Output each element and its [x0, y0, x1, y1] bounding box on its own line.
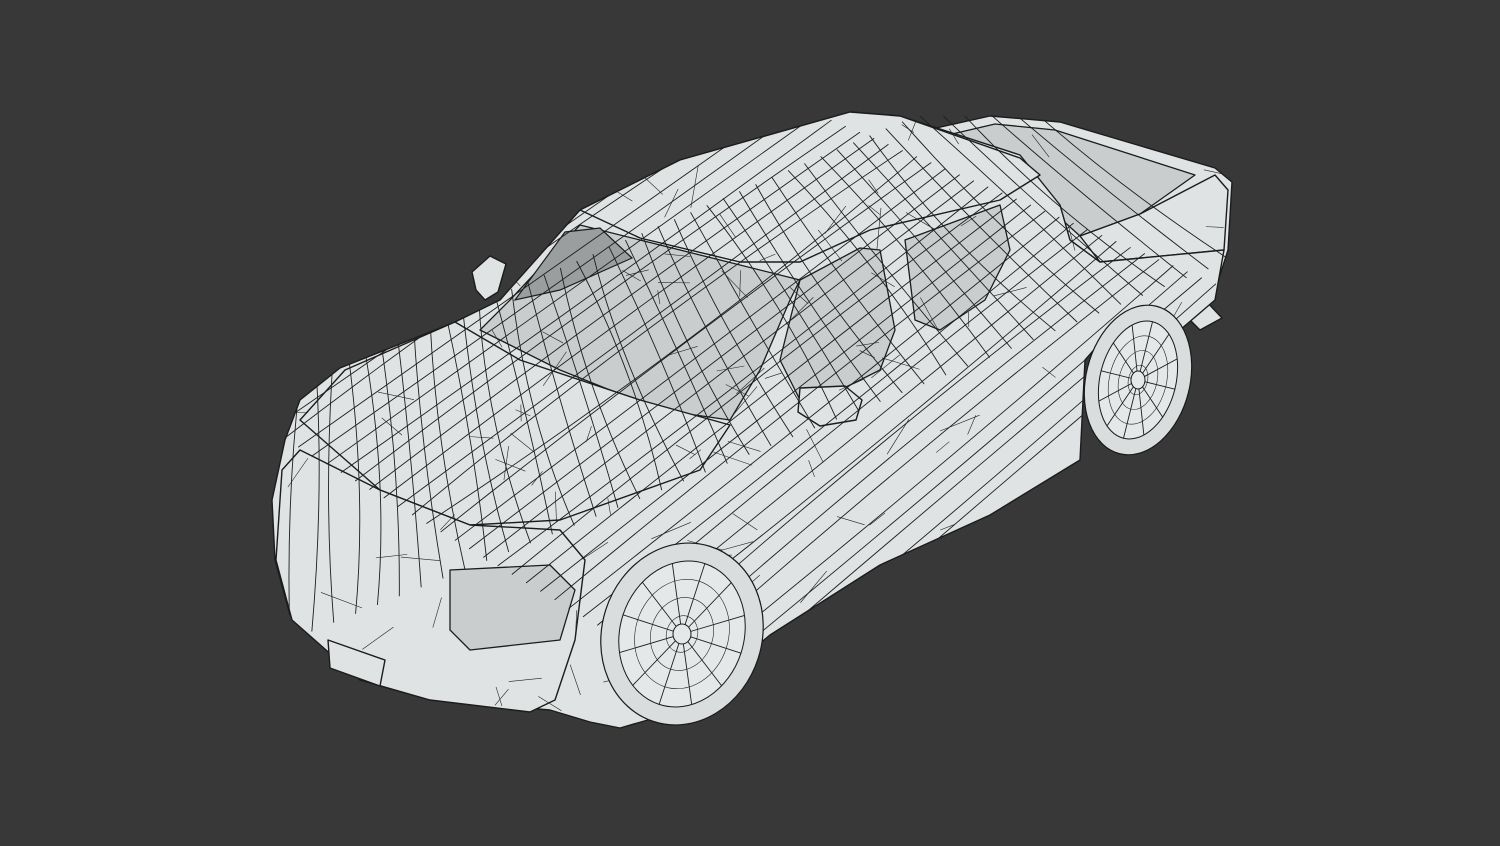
mesh-edge — [769, 713, 798, 728]
mesh-edge — [1197, 598, 1230, 628]
mesh-edge — [1067, 710, 1097, 728]
mesh-edge — [373, 127, 408, 143]
mesh-edge — [410, 274, 444, 288]
mesh-edge — [1097, 688, 1123, 694]
mesh-edge — [298, 305, 331, 313]
mesh-edge — [1208, 709, 1230, 715]
mesh-edge — [1202, 122, 1211, 139]
mesh-edge — [399, 121, 439, 123]
mesh-edge — [904, 644, 924, 654]
headlight — [449, 564, 576, 651]
mesh-edge — [733, 707, 773, 723]
mesh-edge — [1064, 480, 1070, 495]
mesh-edge — [283, 706, 308, 728]
mesh-edge — [392, 298, 414, 325]
mesh-edge — [1061, 565, 1066, 596]
mesh-edge — [304, 330, 329, 334]
mesh-edge — [1193, 485, 1206, 507]
mesh-edge — [908, 677, 924, 692]
mesh-edge — [582, 136, 595, 149]
mesh-edge — [420, 220, 423, 243]
mesh-edge — [1109, 522, 1127, 542]
mesh-edge — [1129, 460, 1145, 470]
mesh-edge — [945, 643, 958, 666]
mesh-edge — [292, 267, 303, 283]
mesh-edge — [1182, 573, 1193, 589]
mesh-edge — [368, 306, 394, 315]
mesh-edge — [1191, 428, 1197, 443]
mesh-edge — [1063, 568, 1074, 602]
mesh-edge — [342, 216, 348, 234]
mesh-edge — [1182, 120, 1196, 141]
mesh-edge — [330, 274, 335, 303]
mesh-edge — [963, 678, 978, 687]
mesh-edge — [357, 206, 368, 223]
mesh-edge — [884, 683, 892, 699]
wireframe-truck-model — [271, 111, 1233, 729]
mesh-edge — [1024, 535, 1037, 549]
3d-viewport[interactable] — [0, 0, 1500, 846]
mesh-edge — [371, 247, 407, 264]
mesh-edge — [1055, 570, 1087, 580]
mesh-edge — [502, 267, 521, 287]
mesh-edge — [386, 316, 392, 334]
mesh-edge — [767, 662, 811, 665]
mesh-edge — [1199, 655, 1218, 668]
mesh-edge — [781, 685, 790, 701]
mesh-edge — [1131, 491, 1155, 522]
mesh-edge — [1099, 461, 1120, 473]
mesh-edge — [1053, 488, 1084, 494]
mesh-edge — [1013, 561, 1046, 577]
mesh-edge — [303, 326, 319, 355]
mesh-edge — [925, 553, 945, 591]
mesh-edge — [545, 147, 547, 185]
mesh-edge — [301, 341, 330, 343]
mesh-edge — [558, 193, 574, 204]
mesh-edge — [559, 718, 575, 721]
mesh-edge — [1007, 535, 1022, 552]
